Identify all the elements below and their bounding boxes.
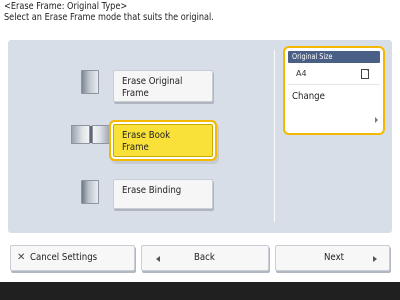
original-size-title: Original Size	[288, 51, 380, 63]
screen-instruction: Select an Erase Frame mode that suits th…	[4, 12, 214, 23]
cancel-settings-label: Cancel Settings	[30, 252, 98, 263]
erase-book-frame-label: Erase Book Frame	[122, 130, 171, 153]
change-size-button[interactable]: Change	[288, 85, 380, 127]
cancel-settings-button[interactable]: ✕ Cancel Settings	[10, 245, 135, 271]
panel-divider	[274, 50, 275, 222]
close-icon: ✕	[17, 252, 26, 263]
next-arrow-icon	[373, 256, 377, 262]
erase-binding-label: Erase Binding	[122, 185, 182, 196]
single-page-icon	[81, 70, 99, 94]
corner-arrow-icon	[375, 117, 378, 123]
original-size-group: Original Size A4 Change	[283, 46, 385, 135]
erase-book-frame-button[interactable]: Erase Book Frame	[113, 124, 213, 157]
screen-header: <Erase Frame: Original Type> Select an E…	[4, 1, 341, 23]
back-label: Back	[194, 252, 215, 263]
status-bar	[0, 282, 400, 300]
back-button[interactable]: Back	[141, 245, 269, 271]
open-book-icon	[71, 125, 111, 144]
back-arrow-icon	[156, 256, 160, 262]
original-size-value: A4	[288, 63, 380, 85]
portrait-sheet-icon	[361, 69, 369, 79]
bound-pages-icon	[81, 180, 99, 204]
erase-original-frame-button[interactable]: Erase Original Frame	[113, 70, 213, 102]
erase-original-frame-label: Erase Original Frame	[122, 76, 183, 99]
next-button[interactable]: Next	[275, 245, 390, 271]
screen-title: <Erase Frame: Original Type>	[4, 1, 128, 12]
erase-binding-button[interactable]: Erase Binding	[113, 179, 213, 209]
next-label: Next	[324, 252, 345, 263]
